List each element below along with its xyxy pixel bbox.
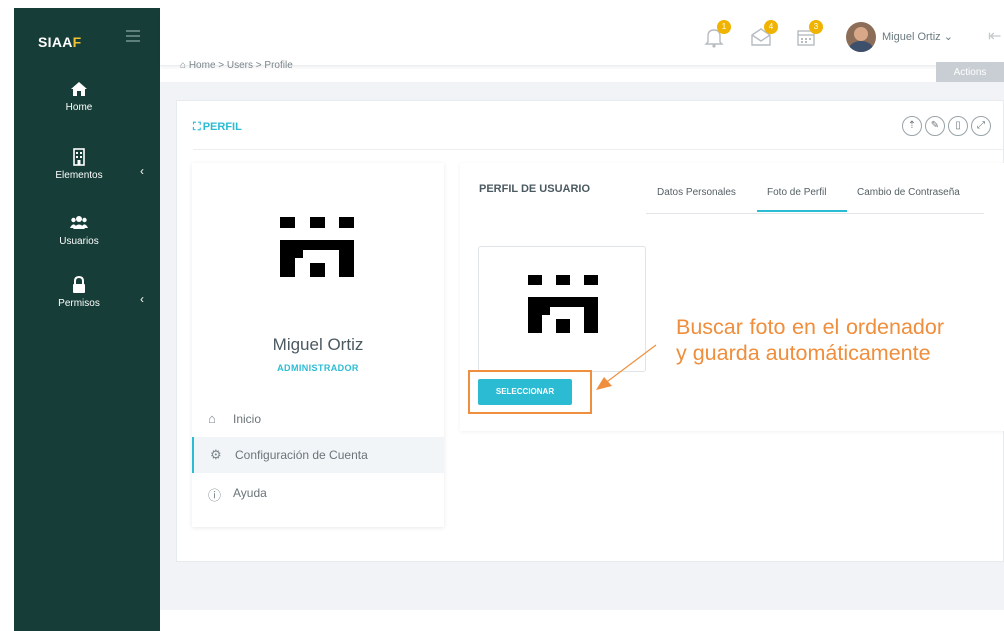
profile-name: Miguel Ortiz (272, 335, 364, 354)
card-title: ⛶ PERFIL (193, 121, 242, 133)
chevron-left-icon: ‹ (140, 164, 144, 178)
building-icon (73, 148, 85, 166)
message-badge: 4 (764, 20, 778, 34)
sidebar-item-usuarios[interactable]: Usuarios (14, 214, 144, 247)
notifications-button[interactable]: 1 (703, 20, 731, 48)
home-breadcrumb-icon[interactable]: ⌂ (180, 60, 186, 71)
chevron-down-icon: ⌄ (943, 31, 953, 43)
profile-panel: Miguel Ortiz ADMINISTRADOR ⌂ Inicio ⚙ Co… (192, 163, 444, 527)
user-menu[interactable]: Miguel Ortiz ⌄ (882, 30, 953, 43)
card-tools: ⇡ ✎ ▯ ⤢ (902, 115, 994, 136)
select-photo-button[interactable]: SELECCIONAR (478, 379, 572, 405)
sidebar-item-label: Usuarios (59, 236, 99, 247)
profile-menu-configuracion[interactable]: ⚙ Configuración de Cuenta (192, 437, 444, 473)
tab-foto-de-perfil[interactable]: Foto de Perfil (767, 187, 826, 198)
calendar-button[interactable]: 3 (795, 20, 823, 48)
sidebar-item-label: Elementos (55, 170, 103, 181)
profile-menu-ayuda[interactable]: ⓘ Ayuda (192, 475, 444, 511)
logout-icon[interactable]: ⇤ (988, 26, 1001, 46)
photo-preview-image (526, 275, 606, 335)
wrench-icon[interactable]: ✎ (925, 116, 945, 136)
divider (193, 149, 1003, 150)
gear-icon: ⚙ (210, 447, 222, 462)
expand-brackets-icon: ⛶ (193, 121, 201, 133)
notification-badge: 1 (717, 20, 731, 34)
profile-menu-label: Ayuda (233, 486, 267, 500)
tab-datos-personales[interactable]: Datos Personales (657, 187, 736, 198)
home-outline-icon: ⌂ (208, 411, 216, 426)
home-icon (71, 82, 87, 96)
calendar-badge: 3 (809, 20, 823, 34)
actions-button[interactable]: Actions (936, 62, 1004, 82)
sidebar-item-label: Home (65, 102, 93, 113)
chevron-left-icon: ‹ (140, 292, 144, 306)
users-icon (70, 216, 88, 229)
fullscreen-icon[interactable]: ⤢ (971, 116, 991, 136)
profile-tabs-title: PERFIL DE USUARIO (479, 183, 591, 195)
sidebar-item-label: Permisos (58, 298, 100, 309)
tabs-divider (646, 213, 984, 214)
profile-role: ADMINISTRADOR (277, 363, 359, 373)
messages-button[interactable]: 4 (750, 20, 778, 48)
trash-icon[interactable]: ▯ (948, 116, 968, 136)
sidebar-item-permisos[interactable]: Permisos ‹ (14, 276, 144, 309)
brand-logo[interactable]: SIAAF (38, 34, 82, 50)
avatar[interactable] (846, 22, 876, 52)
sidebar-item-home[interactable]: Home (14, 80, 144, 113)
breadcrumb: ⌂ Home > Users > Profile (180, 60, 293, 71)
tab-cambio-de-contrasena[interactable]: Cambio de Contraseña (857, 187, 960, 198)
photo-preview (478, 246, 646, 372)
footer (160, 610, 1004, 631)
profile-menu-inicio[interactable]: ⌂ Inicio (192, 401, 444, 437)
annotation-text: Buscar foto en el ordenador y guarda aut… (676, 315, 944, 365)
sidebar-item-elementos[interactable]: Elementos ‹ (14, 148, 144, 181)
cloud-upload-icon[interactable]: ⇡ (902, 116, 922, 136)
sidebar: SIAAF Home Elementos ‹ Usuarios Permisos… (14, 8, 160, 631)
topbar: 1 4 3 Miguel Ortiz ⌄ ⇤ (160, 8, 1004, 66)
active-tab-indicator (757, 210, 847, 212)
profile-menu-label: Inicio (233, 412, 262, 426)
info-icon: ⓘ (208, 488, 222, 503)
hamburger-menu-icon[interactable] (126, 30, 140, 44)
profile-menu-label: Configuración de Cuenta (235, 448, 368, 462)
profile-picture (278, 217, 358, 277)
lock-icon (73, 276, 85, 293)
